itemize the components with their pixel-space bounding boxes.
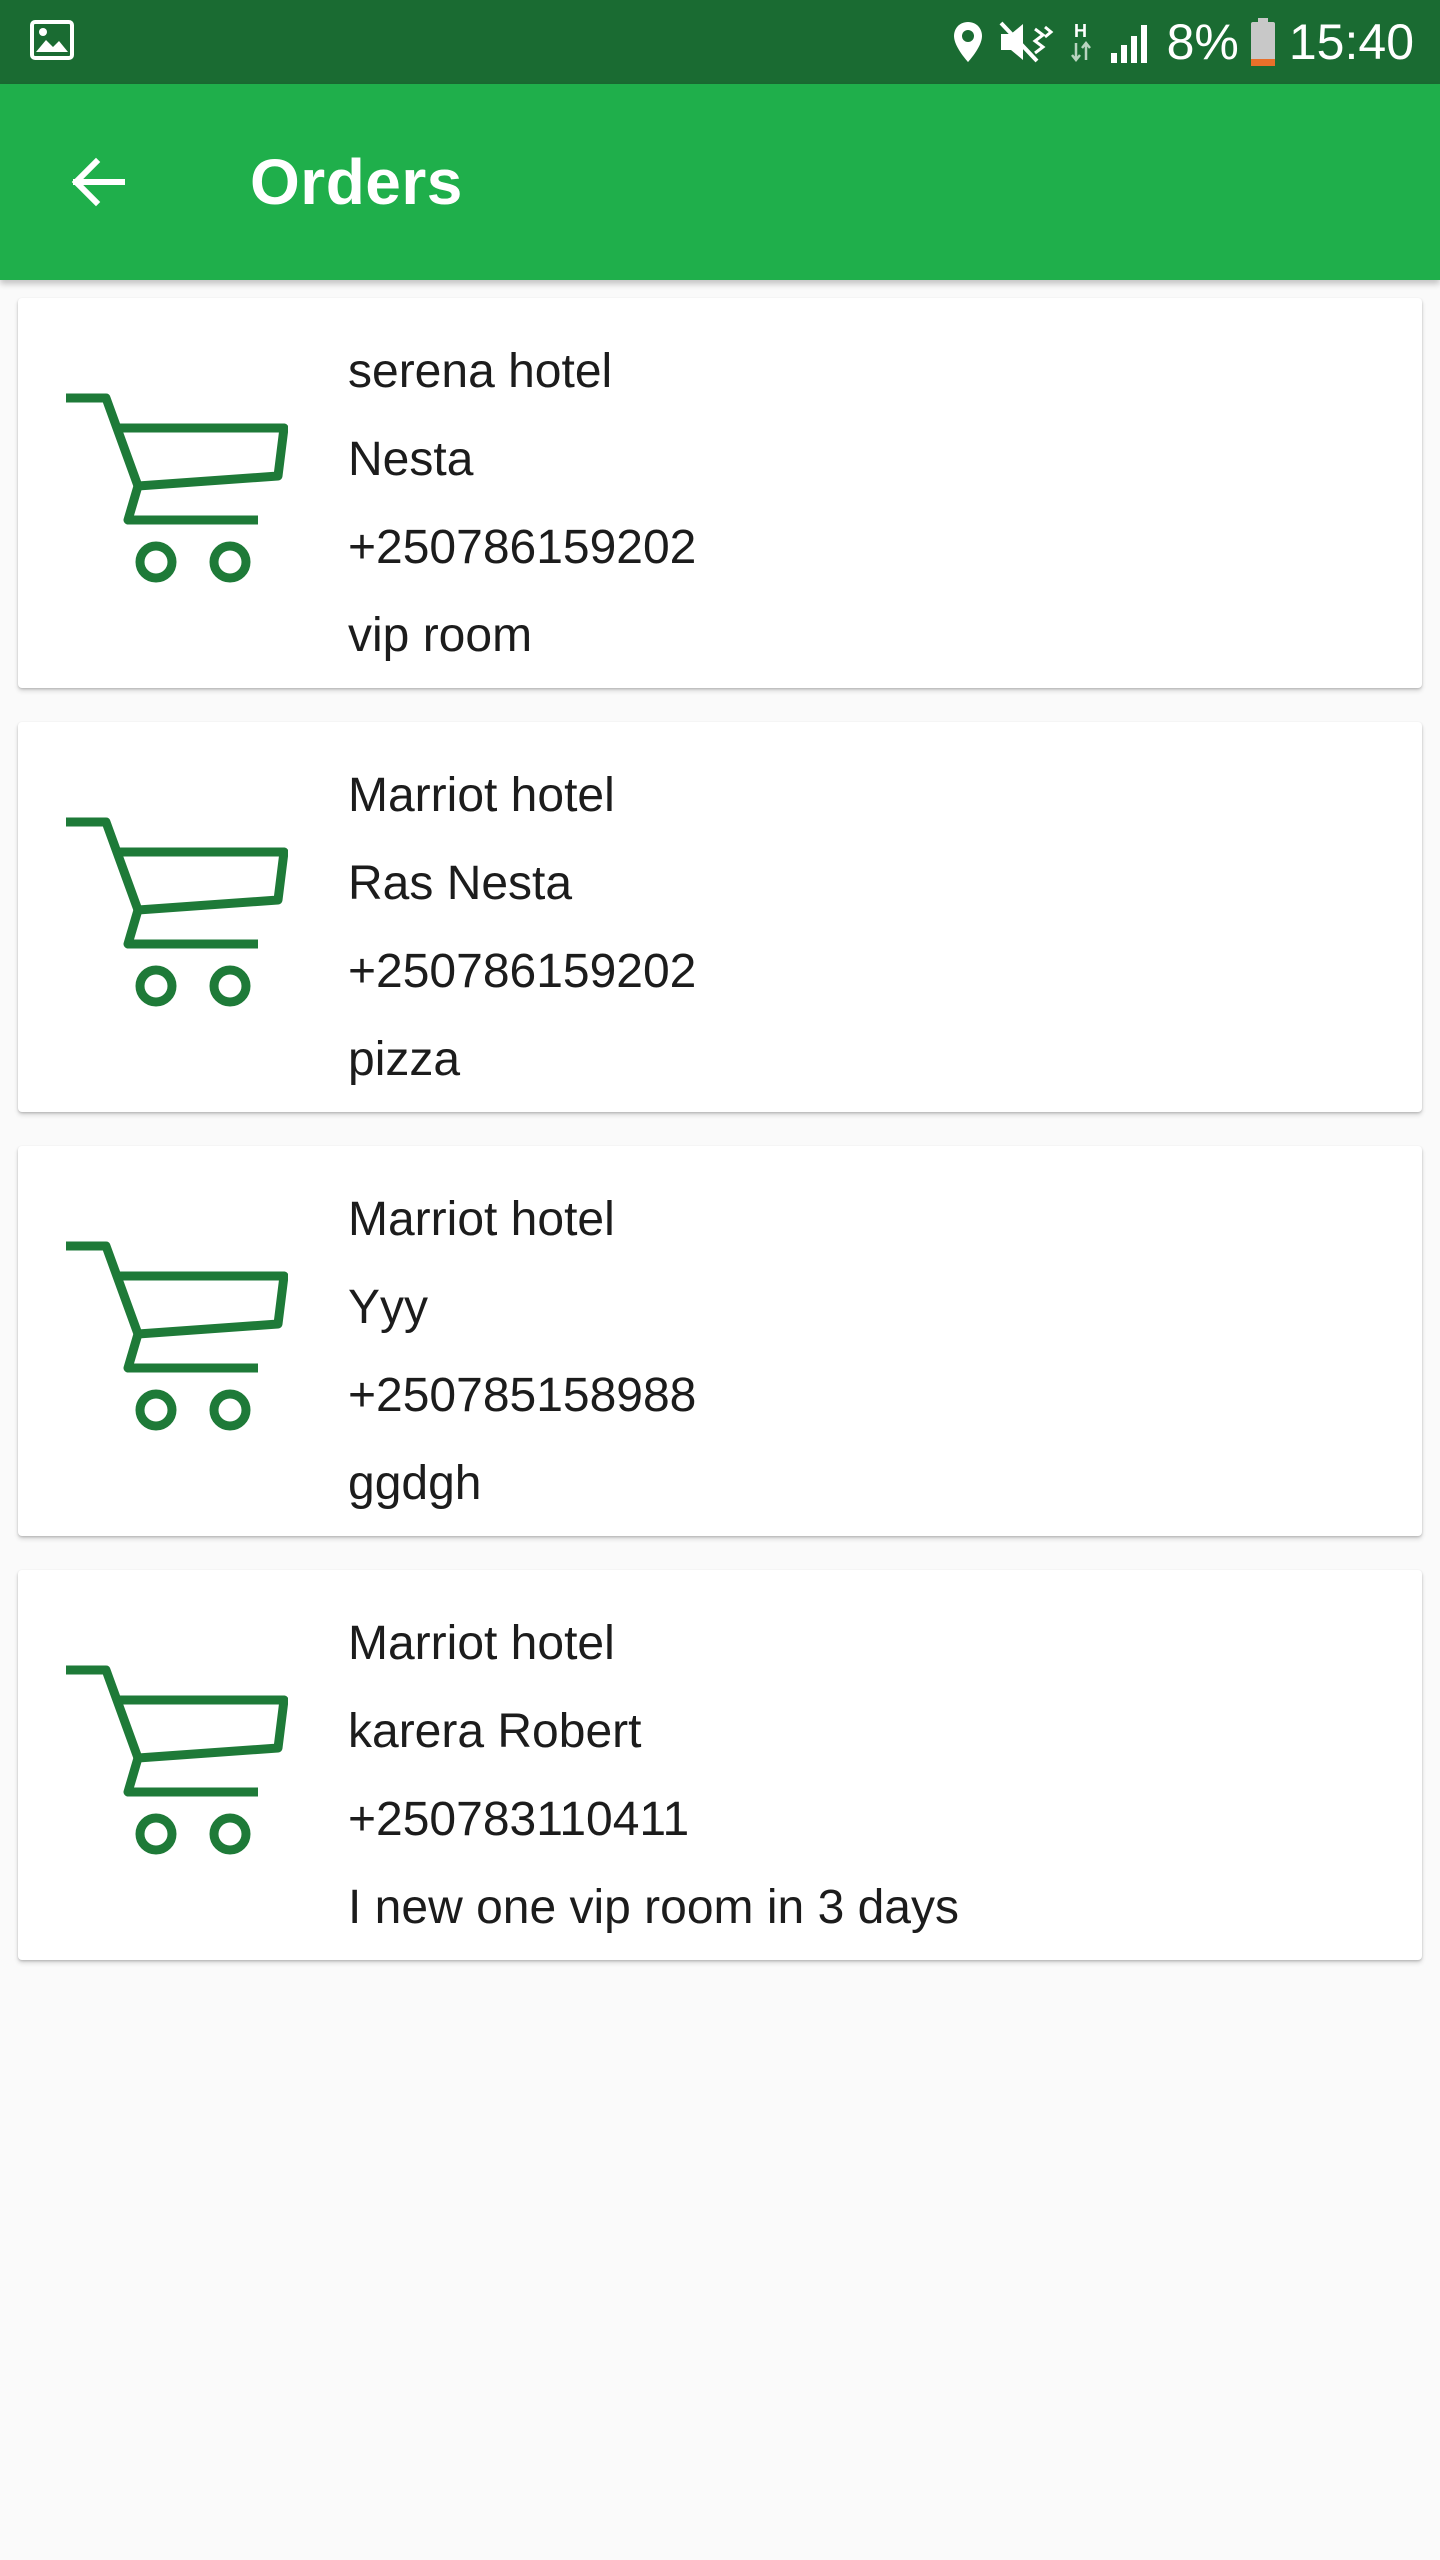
signal-icon: [1109, 19, 1155, 65]
order-description: pizza: [348, 1033, 461, 1086]
order-hotel: Marriot hotel: [348, 769, 615, 822]
clock: 15:40: [1288, 14, 1414, 70]
back-button[interactable]: [46, 130, 150, 234]
gallery-icon: [30, 19, 74, 65]
h-data-icon: H: [1067, 19, 1097, 65]
order-details: Marriot hotel karera Robert +25078311041…: [348, 1600, 959, 1952]
order-hotel: serena hotel: [348, 345, 613, 398]
order-customer-name: Ras Nesta: [348, 857, 573, 910]
order-customer-name: Yyy: [348, 1281, 429, 1334]
order-details: Marriot hotel Ras Nesta +250786159202 pi…: [348, 752, 696, 1104]
location-icon: [951, 20, 985, 64]
order-phone: +250785158988: [348, 1369, 697, 1422]
svg-text:H: H: [1074, 21, 1087, 41]
order-customer-name: karera Robert: [348, 1705, 642, 1758]
order-description: vip room: [348, 609, 533, 662]
battery-icon: [1249, 17, 1277, 67]
order-hotel: Marriot hotel: [348, 1617, 615, 1670]
order-details: serena hotel Nesta +250786159202 vip roo…: [348, 328, 696, 680]
order-card[interactable]: Marriot hotel Yyy +250785158988 ggdgh: [18, 1146, 1422, 1536]
order-description: I new one vip room in 3 days: [348, 1881, 959, 1934]
shopping-cart-icon: [66, 1241, 288, 1431]
page-title: Orders: [250, 146, 463, 218]
order-phone: +250786159202: [348, 945, 697, 998]
status-bar: H 8% 15:40: [0, 0, 1440, 84]
mute-vibrate-icon: [997, 19, 1055, 65]
order-hotel: Marriot hotel: [348, 1193, 615, 1246]
order-description: ggdgh: [348, 1457, 482, 1510]
order-phone: +250786159202: [348, 521, 697, 574]
order-details: Marriot hotel Yyy +250785158988 ggdgh: [348, 1176, 696, 1528]
order-card[interactable]: Marriot hotel karera Robert +25078311041…: [18, 1570, 1422, 1960]
order-card[interactable]: Marriot hotel Ras Nesta +250786159202 pi…: [18, 722, 1422, 1112]
shopping-cart-icon: [66, 1665, 288, 1855]
shopping-cart-icon: [66, 393, 288, 583]
order-phone: +250783110411: [348, 1793, 690, 1846]
arrow-left-icon: [71, 157, 125, 207]
shopping-cart-icon: [66, 817, 288, 1007]
order-card[interactable]: serena hotel Nesta +250786159202 vip roo…: [18, 298, 1422, 688]
battery-percent: 8%: [1166, 14, 1239, 70]
order-customer-name: Nesta: [348, 433, 474, 486]
app-bar: Orders: [0, 84, 1440, 280]
